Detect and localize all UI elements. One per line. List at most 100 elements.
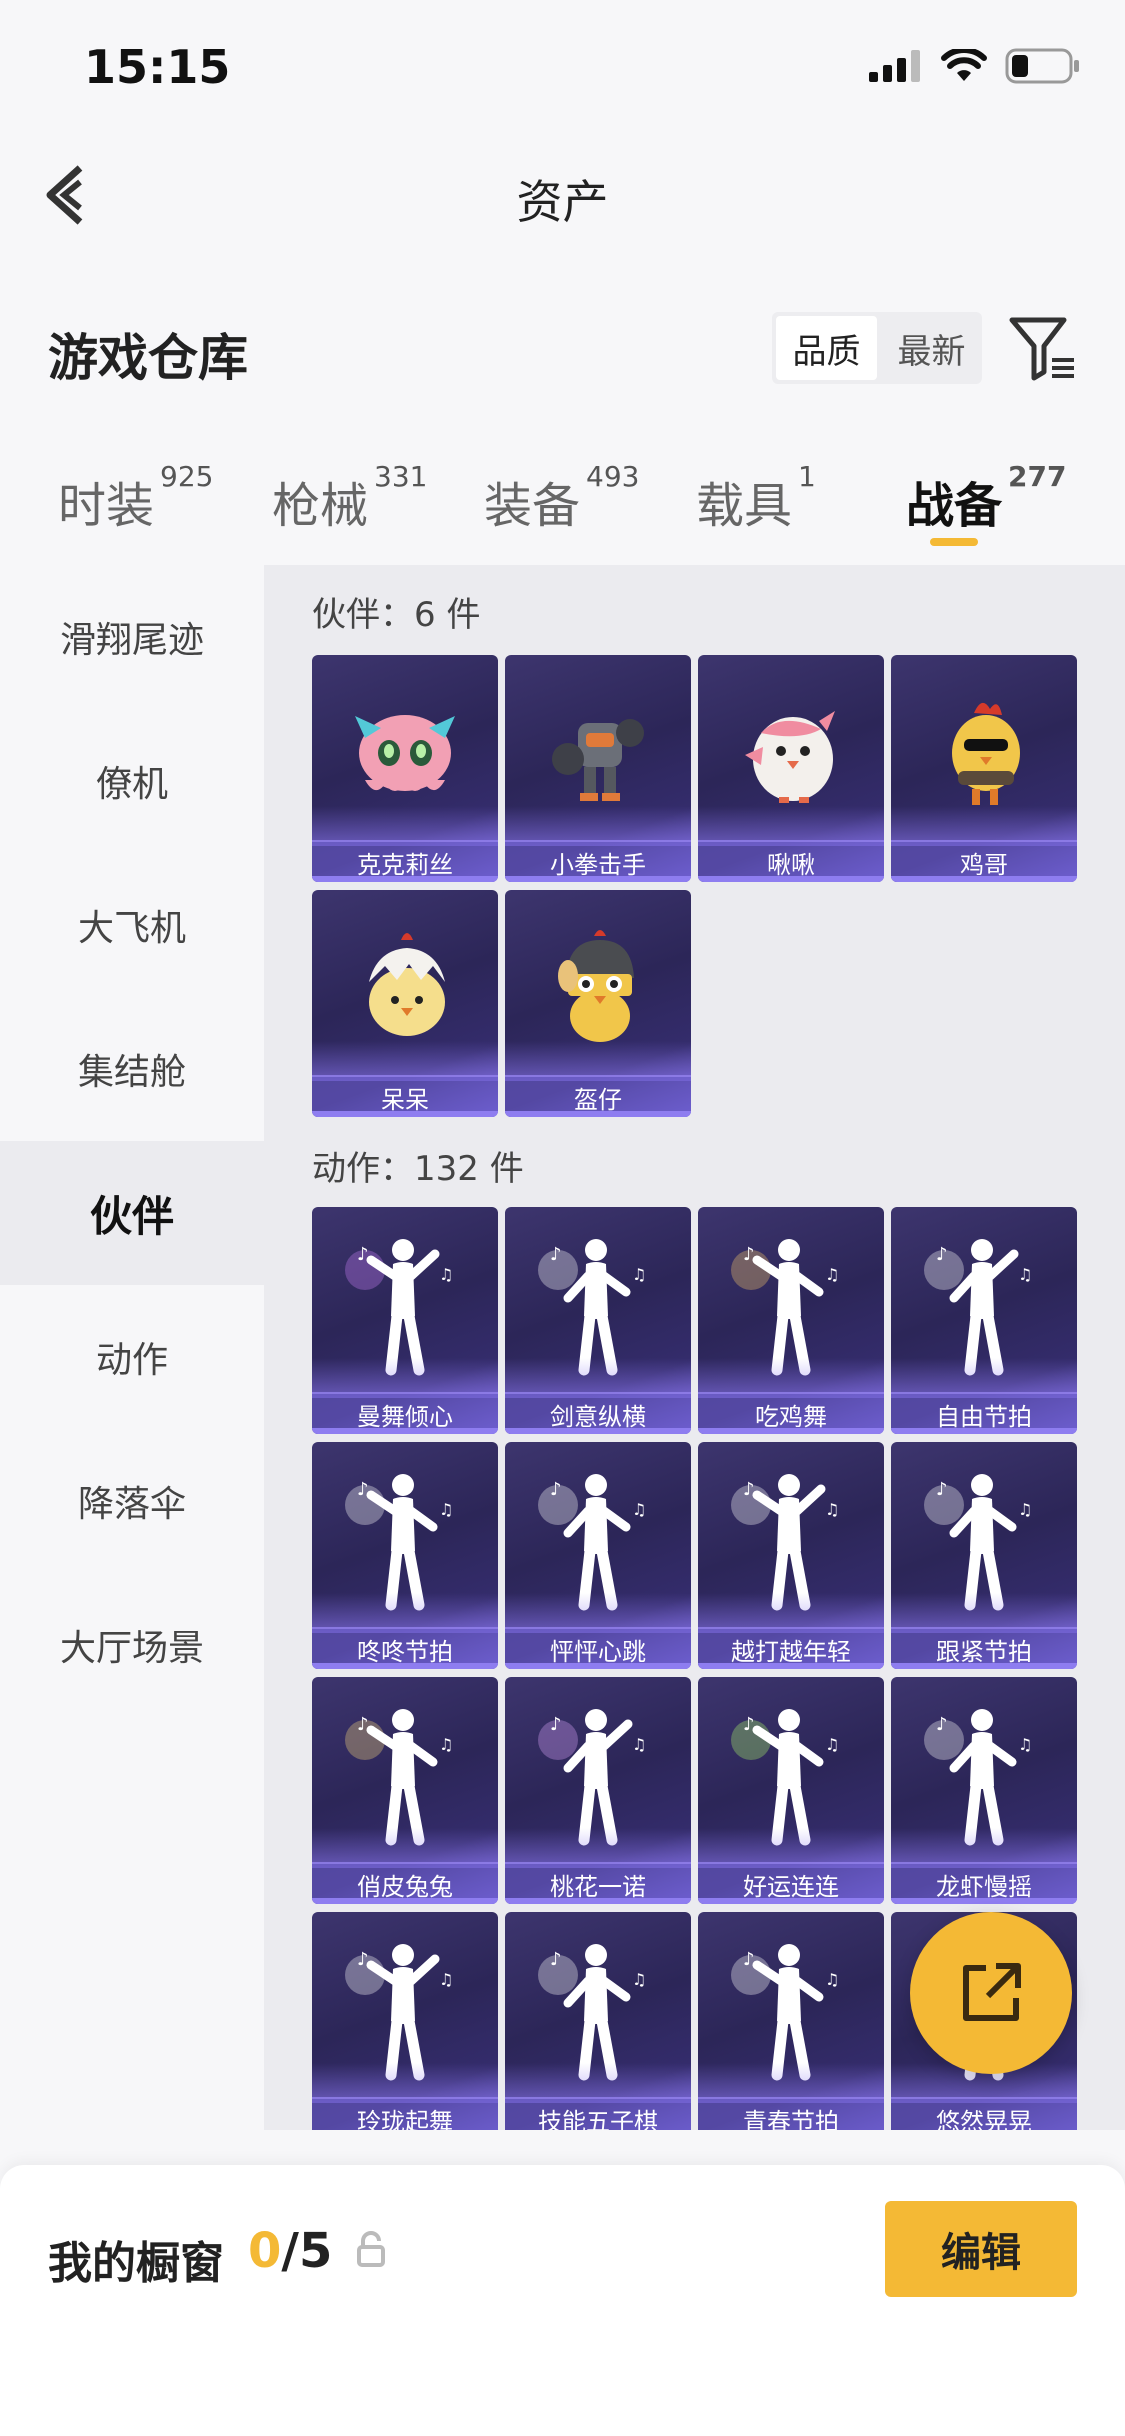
svg-text:♫: ♫ (439, 1735, 453, 1754)
showcase-total: /5 (281, 2223, 333, 2279)
tab-label: 枪械 (272, 478, 369, 534)
tab-equipment[interactable]: 装备493 (484, 460, 639, 536)
emote-card[interactable]: ♪ ♫ 桃花一诺 (505, 1677, 691, 1904)
emote-card[interactable]: ♪ ♫ 吃鸡舞 (698, 1207, 884, 1434)
card-label: 青春节拍 (698, 2097, 884, 2130)
emote-card[interactable]: ♪ ♫ 怦怦心跳 (505, 1442, 691, 1669)
sort-toggle: 品质 最新 (772, 312, 982, 384)
sort-quality-button[interactable]: 品质 (776, 316, 877, 380)
showcase-label: 我的橱窗 (48, 2238, 224, 2289)
status-icons (869, 48, 1081, 84)
tab-count: 277 (1008, 460, 1067, 493)
showcase-current: 0 (248, 2223, 282, 2279)
lock-icon (357, 2231, 385, 2267)
tab-count: 925 (160, 460, 214, 493)
tab-count: 493 (586, 460, 640, 493)
emote-card[interactable]: ♪ ♫ 跟紧节拍 (891, 1442, 1077, 1669)
sidebar-item-lobby-scene[interactable]: 大厅场景 (0, 1573, 264, 1717)
companion-card[interactable]: 鸡哥 (891, 655, 1077, 882)
wifi-icon (941, 49, 987, 81)
svg-text:♫: ♫ (1018, 1500, 1032, 1519)
category-tabs: 时装925 枪械331 装备493 载具1 战备277 (0, 450, 1125, 560)
svg-text:♫: ♫ (632, 1735, 646, 1754)
card-rarity-bar (698, 1898, 884, 1904)
svg-text:♪: ♪ (357, 1479, 369, 1500)
showcase-bar: 我的橱窗 0/5 编辑 (0, 2165, 1125, 2436)
card-rarity-bar (698, 876, 884, 882)
section-title-emotes: 动作：132 件 (312, 1149, 524, 1189)
companion-card[interactable]: 盔仔 (505, 890, 691, 1117)
svg-text:♫: ♫ (825, 1500, 839, 1519)
card-rarity-bar (505, 1663, 691, 1669)
svg-text:♫: ♫ (439, 1265, 453, 1284)
svg-text:♫: ♫ (825, 1265, 839, 1284)
emote-card[interactable]: ♪ ♫ 咚咚节拍 (312, 1442, 498, 1669)
svg-text:♫: ♫ (825, 1970, 839, 1989)
card-rarity-bar (698, 1428, 884, 1434)
companion-card[interactable]: 克克莉丝 (312, 655, 498, 882)
svg-text:♪: ♪ (357, 1244, 369, 1265)
card-rarity-bar (891, 876, 1077, 882)
sidebar-item-plane[interactable]: 大飞机 (0, 853, 264, 997)
sort-newest-button[interactable]: 最新 (881, 312, 982, 384)
card-rarity-bar (505, 1898, 691, 1904)
card-rarity-bar (891, 1428, 1077, 1434)
card-rarity-bar (312, 1663, 498, 1669)
tab-weapons[interactable]: 枪械331 (272, 460, 427, 536)
sidebar-item-parachute[interactable]: 降落伞 (0, 1429, 264, 1573)
tab-fashion[interactable]: 时装925 (58, 460, 213, 536)
svg-text:♪: ♪ (743, 1949, 755, 1970)
svg-text:♪: ♪ (936, 1479, 948, 1500)
sidebar-item-wingman[interactable]: 僚机 (0, 709, 264, 853)
tab-label: 战备 (906, 478, 1003, 534)
svg-text:♪: ♪ (357, 1714, 369, 1735)
section-title-companions: 伙伴：6 件 (312, 595, 481, 635)
card-label: 玲珑起舞 (312, 2097, 498, 2130)
sidebar-item-glide-trail[interactable]: 滑翔尾迹 (0, 565, 264, 709)
sidebar: 滑翔尾迹 僚机 大飞机 集结舱 伙伴 动作 降落伞 大厅场景 (0, 565, 264, 2130)
card-rarity-bar (698, 1663, 884, 1669)
sidebar-item-emote[interactable]: 动作 (0, 1285, 264, 1429)
sidebar-item-pod[interactable]: 集结舱 (0, 997, 264, 1141)
warehouse-title: 游戏仓库 (48, 329, 248, 387)
svg-text:♫: ♫ (1018, 1735, 1032, 1754)
emote-card[interactable]: ♪ ♫ 俏皮兔兔 (312, 1677, 498, 1904)
svg-text:♪: ♪ (550, 1949, 562, 1970)
companion-card[interactable]: 小拳击手 (505, 655, 691, 882)
card-rarity-bar (505, 1111, 691, 1117)
emote-card[interactable]: ♪ ♫ 玲珑起舞 (312, 1912, 498, 2130)
svg-text:♪: ♪ (357, 1949, 369, 1970)
emote-card[interactable]: ♪ ♫ 自由节拍 (891, 1207, 1077, 1434)
emote-card[interactable]: ♪ ♫ 曼舞倾心 (312, 1207, 498, 1434)
companion-card[interactable]: 啾啾 (698, 655, 884, 882)
card-rarity-bar (505, 876, 691, 882)
svg-text:♪: ♪ (936, 1244, 948, 1265)
filter-icon[interactable] (1008, 314, 1078, 384)
tab-battle-gear[interactable]: 战备277 (906, 460, 1066, 536)
emote-card[interactable]: ♪ ♫ 青春节拍 (698, 1912, 884, 2130)
emote-card[interactable]: ♪ ♫ 好运连连 (698, 1677, 884, 1904)
card-label: 技能五子棋 (505, 2097, 691, 2130)
tab-vehicles[interactable]: 载具1 (696, 460, 816, 536)
card-rarity-bar (891, 1898, 1077, 1904)
status-bar: 15:15 (0, 0, 1125, 130)
emote-card[interactable]: ♪ ♫ 越打越年轻 (698, 1442, 884, 1669)
emote-card[interactable]: ♪ ♫ 技能五子棋 (505, 1912, 691, 2130)
card-rarity-bar (312, 876, 498, 882)
tab-label: 时装 (58, 478, 155, 534)
page-title: 资产 (516, 175, 609, 229)
card-label: 悠然晃晃 (891, 2097, 1077, 2130)
content-area: 伙伴：6 件 克克莉丝 小拳击手 啾啾 鸡哥 呆呆 盔仔 动作：132 件 ♪ ♫ 曼舞倾心 ♪… (264, 565, 1125, 2130)
svg-text:♪: ♪ (550, 1714, 562, 1735)
share-button[interactable] (910, 1912, 1072, 2074)
edit-button[interactable]: 编辑 (885, 2201, 1077, 2297)
sidebar-item-companion[interactable]: 伙伴 (0, 1141, 264, 1285)
emote-card[interactable]: ♪ ♫ 剑意纵横 (505, 1207, 691, 1434)
active-tab-indicator (930, 538, 978, 546)
tab-count: 331 (374, 460, 428, 493)
companion-card[interactable]: 呆呆 (312, 890, 498, 1117)
emote-card[interactable]: ♪ ♫ 龙虾慢摇 (891, 1677, 1077, 1904)
svg-text:♫: ♫ (632, 1970, 646, 1989)
signal-icon (869, 50, 920, 82)
svg-text:♫: ♫ (632, 1500, 646, 1519)
